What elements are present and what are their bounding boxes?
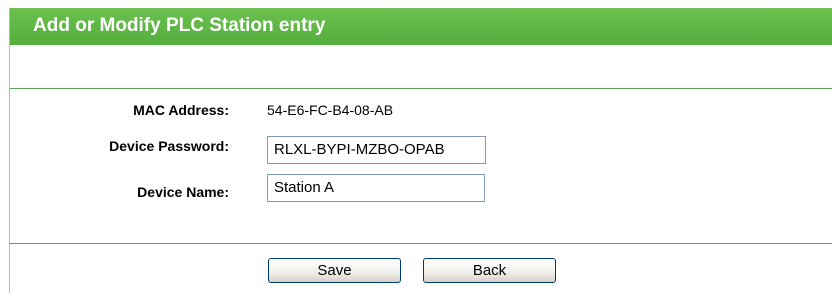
device-password-input[interactable]: RLXL-BYPI-MZBO-OPAB: [267, 136, 486, 164]
mac-address-value: 54-E6-FC-B4-08-AB: [267, 102, 394, 118]
section-divider-bottom: [10, 243, 832, 244]
mac-address-label: MAC Address:: [133, 102, 229, 118]
page-title: Add or Modify PLC Station entry: [33, 15, 326, 36]
back-button[interactable]: Back: [423, 258, 556, 283]
device-name-input[interactable]: Station A: [267, 174, 485, 202]
save-button[interactable]: Save: [268, 258, 401, 283]
section-divider-top: [10, 88, 832, 89]
title-bar: Add or Modify PLC Station entry: [10, 8, 832, 45]
plc-station-panel: Add or Modify PLC Station entry MAC Addr…: [9, 8, 832, 293]
device-name-label: Device Name:: [137, 184, 229, 200]
device-password-label: Device Password:: [109, 138, 229, 154]
